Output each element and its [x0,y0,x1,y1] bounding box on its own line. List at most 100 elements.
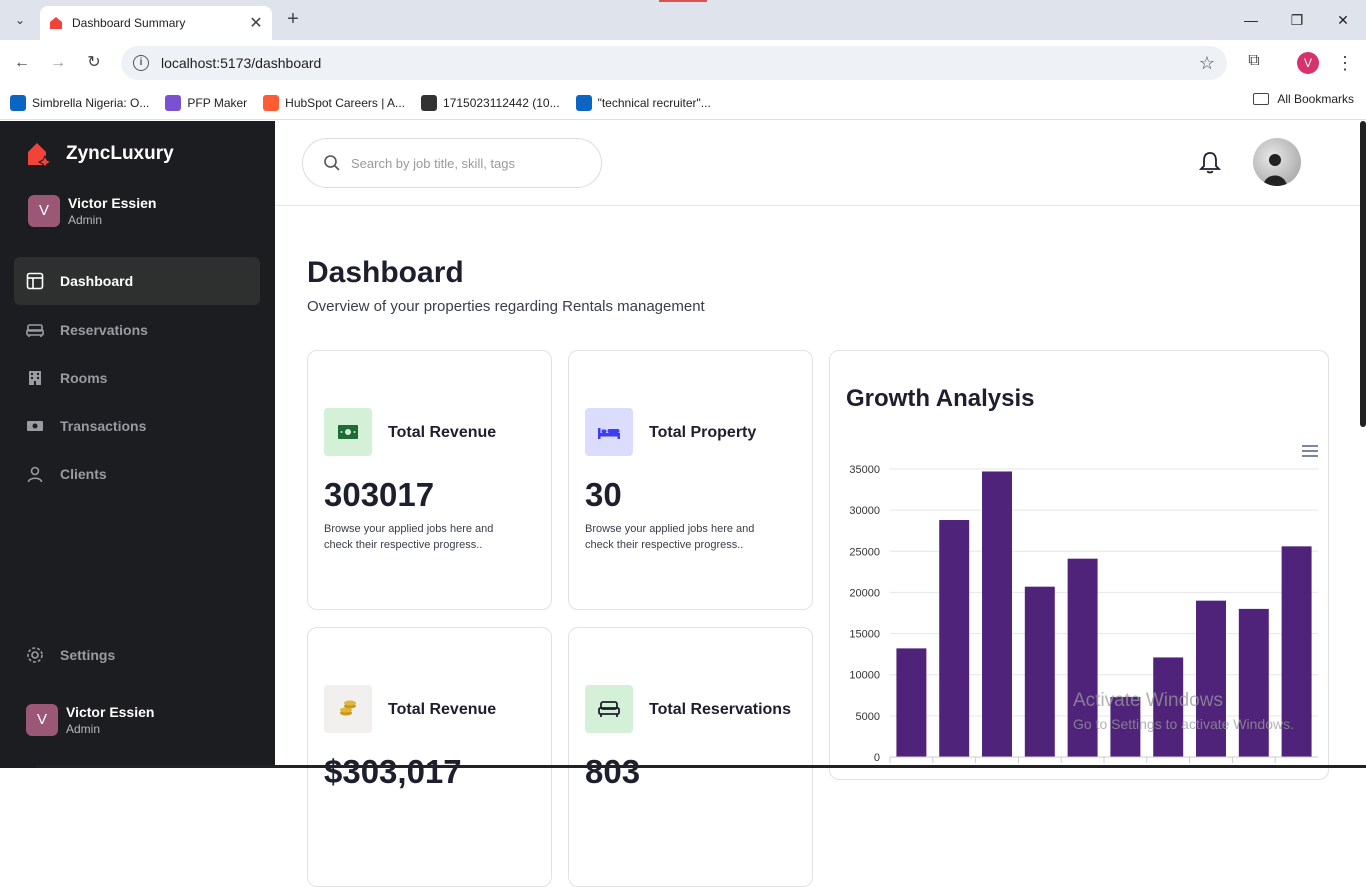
brand-name: ZyncLuxury [66,143,174,164]
bar[interactable] [896,648,927,757]
bar[interactable] [982,471,1012,757]
stat-description: Browse your applied jobs here and check … [585,523,755,551]
page-scrollbar[interactable] [1360,121,1366,427]
y-tick-label: 25000 [849,546,880,558]
tab-title: Dashboard Summary [72,16,186,30]
browser-tab-active[interactable]: Dashboard Summary ✕ [40,6,272,40]
dashboard-icon [26,272,44,290]
profile-avatar[interactable] [1253,138,1301,186]
url-text[interactable]: localhost:5173/dashboard [161,55,1199,71]
window-close-icon[interactable]: ✕ [1320,6,1366,34]
bookmark-item[interactable]: "technical recruiter"... [575,94,711,111]
sofa-icon [26,321,44,339]
user-role: Admin [66,722,101,736]
bookmark-item[interactable]: Simbrella Nigeria: O... [10,94,150,111]
new-tab-icon[interactable]: + [282,8,304,30]
bookmark-item[interactable]: PFP Maker [165,94,247,111]
page-subtitle: Overview of your properties regarding Re… [307,298,705,315]
y-tick-label: 5000 [856,711,880,723]
stat-card-total-revenue[interactable]: Total Revenue 303017 Browse your applied… [307,350,552,610]
tab-search-dropdown-icon[interactable]: ⌄ [8,8,32,32]
bookmark-label: Simbrella Nigeria: O... [32,95,150,110]
reload-icon[interactable]: ↻ [82,51,106,75]
bookmark-item[interactable]: HubSpot Careers | A... [263,94,406,111]
sidebar-item-label: Settings [60,647,116,663]
linkedin-icon [10,94,26,111]
stat-value: 303017 [324,476,435,513]
stat-value: 30 [585,476,622,513]
stat-card-total-revenue-usd[interactable]: Total Revenue $303,017 [307,627,552,887]
site-info-icon[interactable]: i [133,55,149,71]
forward-icon[interactable]: → [46,51,70,75]
main-content: Dashboard Overview of your properties re… [275,206,1360,887]
watermark-line2: Go to Settings to activate Windows. [1073,716,1294,732]
stat-label: Total Property [649,424,757,441]
sidebar-item-rooms[interactable]: Rooms [14,354,260,402]
user-name: Victor Essien [66,704,155,720]
stat-card-total-reservations[interactable]: Total Reservations 803 [568,627,813,887]
sidebar-item-clients[interactable]: Clients [14,450,260,498]
top-bar [275,121,1366,206]
stat-value: $303,017 [324,753,462,790]
bookmark-label: "technical recruiter"... [597,95,711,110]
globe-icon [421,94,438,111]
page-title: Dashboard [307,256,464,289]
user-name: Victor Essien [68,195,157,211]
bookmarks-bar: Simbrella Nigeria: O... PFP Maker HubSpot … [0,86,1366,120]
user-icon [26,465,44,483]
bookmark-label: 1715023112442 (10... [443,95,560,110]
stat-label: Total Revenue [388,424,497,441]
browser-profile-avatar[interactable]: V [1297,52,1319,74]
bookmark-star-icon[interactable]: ☆ [1199,53,1215,74]
browser-menu-icon[interactable]: ⋮ [1336,50,1354,76]
bookmark-label: HubSpot Careers | A... [285,95,406,110]
cash-icon [26,417,44,435]
omnibox[interactable]: i localhost:5173/dashboard ☆ [121,46,1227,80]
sofa-icon [585,685,633,733]
bar[interactable] [1238,608,1269,757]
browser-tab-bar: ⌄ Dashboard Summary ✕ + — ❐ ✕ [0,0,1366,40]
building-icon [26,369,44,387]
bar[interactable] [1024,586,1055,757]
search-box[interactable] [302,138,602,188]
windows-activation-watermark: Activate Windows Go to Settings to activ… [1073,690,1294,732]
search-input[interactable] [351,155,581,171]
bed-icon [585,408,633,456]
user-role: Admin [68,213,103,227]
stat-card-total-property[interactable]: Total Property 30 Browse your applied jo… [568,350,813,610]
coins-icon [324,685,372,733]
sidebar-item-dashboard[interactable]: Dashboard [14,257,260,305]
stat-label: Total Revenue [388,701,497,718]
all-bookmarks[interactable]: All Bookmarks [1253,92,1354,106]
y-tick-label: 35000 [849,464,880,476]
watermark-line1: Activate Windows [1073,690,1223,711]
tab-close-icon[interactable]: ✕ [248,13,264,33]
folder-icon [1253,93,1270,105]
hubspot-icon [263,94,280,111]
sidebar: ZyncLuxury V Victor Essien Admin Dashboa… [0,121,275,768]
sidebar-item-label: Reservations [60,322,148,338]
sidebar-item-reservations[interactable]: Reservations [14,306,260,354]
sidebar-user[interactable]: V Victor Essien Admin [28,195,156,227]
brand[interactable]: ZyncLuxury [26,141,174,167]
sidebar-footer-user[interactable]: V Victor Essien Admin [26,704,154,736]
avatar: V [26,704,58,736]
bar[interactable] [1196,600,1226,757]
sidebar-item-settings[interactable]: Settings [14,631,260,679]
pfp-maker-icon [165,94,182,111]
stat-label: Total Reservations [649,701,791,718]
bar[interactable] [939,520,970,757]
y-tick-label: 20000 [849,587,880,599]
sidebar-item-transactions[interactable]: Transactions [14,402,260,450]
minimize-icon[interactable]: — [1228,6,1274,34]
restore-icon[interactable]: ❐ [1274,6,1320,34]
bell-icon[interactable] [1199,151,1221,175]
bookmark-item[interactable]: 1715023112442 (10... [421,94,560,111]
extensions-icon[interactable]: ⧉ [1244,52,1264,72]
stat-description: Browse your applied jobs here and check … [324,523,494,551]
sidebar-item-label: Clients [60,466,107,482]
avatar: V [28,195,60,227]
all-bookmarks-label: All Bookmarks [1277,92,1354,106]
stat-value: 803 [585,753,641,790]
back-icon[interactable]: ← [10,51,34,75]
